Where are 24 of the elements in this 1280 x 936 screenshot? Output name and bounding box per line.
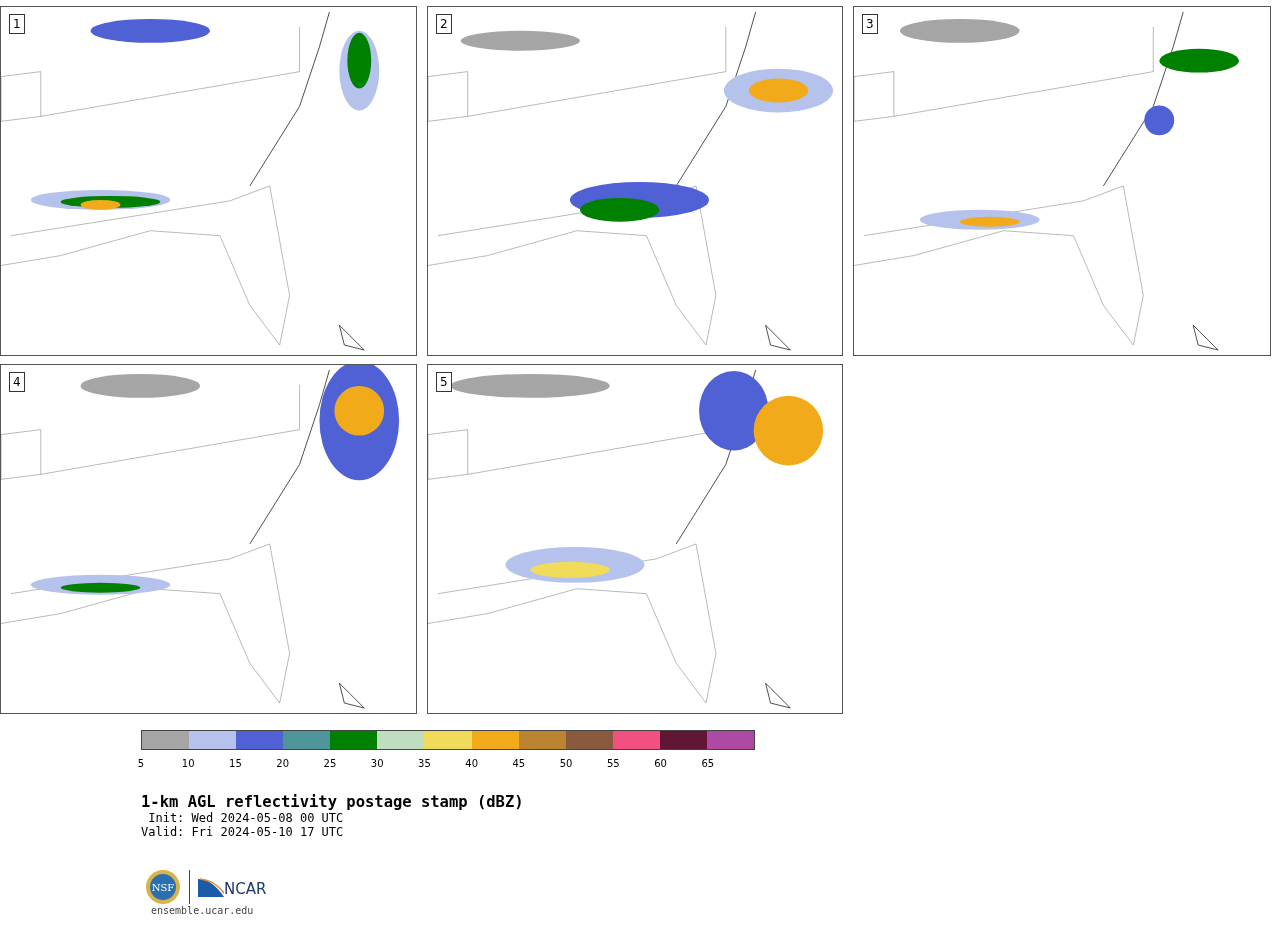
tick-label: 60 bbox=[654, 757, 667, 771]
tick-label: 65 bbox=[701, 757, 715, 771]
tick-label: 25 bbox=[323, 757, 337, 771]
tick-label: 35 bbox=[418, 757, 431, 771]
panel-number: 1 bbox=[9, 14, 25, 34]
panel-number: 4 bbox=[9, 372, 25, 392]
website-url: ensemble.ucar.edu bbox=[151, 905, 255, 917]
tick-label: 40 bbox=[465, 757, 478, 771]
tick-label: 5 bbox=[137, 757, 145, 771]
panel-number: 5 bbox=[436, 372, 452, 392]
nsf-logo: NSF bbox=[145, 869, 181, 905]
ncar-logo: NCAR bbox=[198, 877, 267, 897]
panel-number: 2 bbox=[436, 14, 452, 34]
tick-label: 10 bbox=[181, 757, 195, 771]
panel-number: 3 bbox=[862, 14, 878, 34]
tick-label: 55 bbox=[607, 757, 620, 771]
tick-label: 50 bbox=[559, 757, 573, 771]
chart-title: 1-km AGL reflectivity postage stamp (dBZ) bbox=[141, 793, 525, 811]
valid-time: Valid: Fri 2024-05-10 17 UTC bbox=[141, 825, 345, 839]
tick-label: 45 bbox=[512, 757, 526, 771]
tick-label: 30 bbox=[370, 757, 384, 771]
tick-label: 20 bbox=[276, 757, 290, 771]
tick-label: 15 bbox=[229, 757, 242, 771]
init-time: Init: Wed 2024-05-08 00 UTC bbox=[147, 811, 345, 825]
